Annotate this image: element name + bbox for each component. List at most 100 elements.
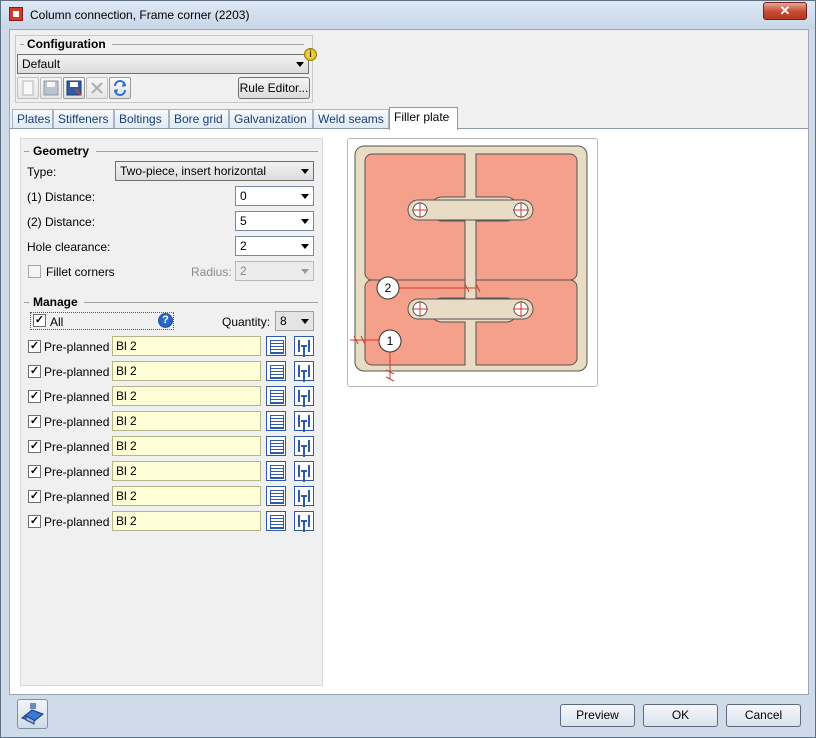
- dimension-icon[interactable]: [294, 436, 314, 456]
- chevron-down-icon: [301, 269, 309, 274]
- dimension-icon[interactable]: [294, 386, 314, 406]
- row-label: Pre-planned: [44, 340, 110, 354]
- ok-button[interactable]: OK: [643, 704, 718, 727]
- dimension-icon[interactable]: [294, 461, 314, 481]
- preview-button[interactable]: Preview: [560, 704, 635, 727]
- cancel-button[interactable]: Cancel: [726, 704, 801, 727]
- hole-clearance-value: 2: [240, 239, 247, 253]
- row-checkbox[interactable]: ✓: [28, 490, 41, 503]
- quantity-value: 8: [280, 314, 287, 328]
- row-checkbox[interactable]: ✓: [28, 365, 41, 378]
- type-select[interactable]: Two-piece, insert horizontal: [115, 161, 314, 181]
- dimension-icon-bar: [301, 345, 307, 347]
- list-icon[interactable]: [266, 486, 286, 506]
- list-icon[interactable]: [266, 336, 286, 356]
- dimension-icon[interactable]: [294, 486, 314, 506]
- help-icon[interactable]: ?: [158, 313, 173, 328]
- row-checkbox[interactable]: ✓: [28, 465, 41, 478]
- row-checkbox[interactable]: ✓: [28, 515, 41, 528]
- filler-plate-diagram: 2 1: [350, 145, 588, 382]
- distance1-value: 0: [240, 189, 247, 203]
- title-bar[interactable]: Column connection, Frame corner (2203) ✕: [1, 1, 815, 29]
- quantity-select[interactable]: 8: [275, 311, 314, 331]
- row-checkbox[interactable]: ✓: [28, 415, 41, 428]
- dimension-icon-bar: [301, 445, 307, 447]
- filler-plate-panel: Geometry Type: Two-piece, insert horizon…: [10, 128, 808, 694]
- all-checkbox[interactable]: ✓: [33, 314, 46, 327]
- tab-filler-plate[interactable]: Filler plate: [389, 107, 458, 130]
- dimension-icon[interactable]: [294, 336, 314, 356]
- close-button[interactable]: ✕: [763, 2, 807, 20]
- row-label: Pre-planned: [44, 365, 110, 379]
- dimension-icon-bar: [301, 370, 307, 372]
- dimension-icon[interactable]: [294, 361, 314, 381]
- list-icon[interactable]: [266, 386, 286, 406]
- new-config-button[interactable]: [17, 77, 39, 99]
- save-config-button[interactable]: [40, 77, 62, 99]
- rule-editor-button[interactable]: Rule Editor...: [238, 77, 310, 99]
- configuration-select[interactable]: Default: [17, 54, 309, 74]
- tab-boltings[interactable]: Boltings: [114, 109, 169, 129]
- row-checkbox[interactable]: ✓: [28, 340, 41, 353]
- distance1-select[interactable]: 0: [235, 186, 314, 206]
- quantity-label: Quantity:: [222, 315, 271, 329]
- row-value-input[interactable]: Bl 2: [112, 436, 261, 456]
- row-label: Pre-planned: [44, 465, 110, 479]
- configuration-title: Configuration: [24, 37, 109, 51]
- row-checkbox[interactable]: ✓: [28, 390, 41, 403]
- dialog-window: Column connection, Frame corner (2203) ✕…: [0, 0, 816, 738]
- fillet-corners-label: Fillet corners: [46, 265, 115, 279]
- list-icon[interactable]: [266, 511, 286, 531]
- distance1-label: (1) Distance:: [27, 190, 96, 204]
- tab-bore-grid[interactable]: Bore grid: [169, 109, 229, 129]
- settings-panel: Geometry Type: Two-piece, insert horizon…: [20, 138, 323, 686]
- chevron-down-icon: [296, 62, 304, 67]
- type-select-value: Two-piece, insert horizontal: [120, 164, 267, 178]
- row-value-input[interactable]: Bl 2: [112, 336, 261, 356]
- save-as-config-button[interactable]: [63, 77, 85, 99]
- distance2-select[interactable]: 5: [235, 211, 314, 231]
- tab-stiffeners[interactable]: Stiffeners: [53, 109, 114, 129]
- info-icon: i: [304, 48, 317, 61]
- chevron-down-icon: [301, 319, 309, 324]
- marker-1: 1: [387, 334, 394, 348]
- row-value-input[interactable]: Bl 2: [112, 386, 261, 406]
- tab-galvanization[interactable]: Galvanization: [229, 109, 313, 129]
- row-value-input[interactable]: Bl 2: [112, 361, 261, 381]
- row-checkbox[interactable]: ✓: [28, 440, 41, 453]
- hole-clearance-select[interactable]: 2: [235, 236, 314, 256]
- hole-clearance-label: Hole clearance:: [27, 240, 111, 254]
- refresh-icon: [114, 80, 126, 96]
- list-icon[interactable]: [266, 361, 286, 381]
- help-book-button[interactable]: [17, 699, 48, 729]
- fillet-corners-checkbox[interactable]: [28, 265, 41, 278]
- group-divider: [96, 151, 318, 152]
- row-value-input[interactable]: Bl 2: [112, 511, 261, 531]
- manage-title: Manage: [30, 295, 81, 309]
- dimension-icon[interactable]: [294, 511, 314, 531]
- delete-config-button[interactable]: [86, 77, 108, 99]
- tab-weld-seams[interactable]: Weld seams: [313, 109, 389, 129]
- chevron-down-icon: [301, 219, 309, 224]
- dimension-icon[interactable]: [294, 411, 314, 431]
- group-divider: [112, 44, 304, 45]
- row-value-input[interactable]: Bl 2: [112, 411, 261, 431]
- distance2-label: (2) Distance:: [27, 215, 96, 229]
- row-value-input[interactable]: Bl 2: [112, 461, 261, 481]
- list-icon[interactable]: [266, 411, 286, 431]
- preview-drawing: 2 1: [347, 138, 598, 387]
- save-as-icon: [66, 80, 82, 96]
- row-value-input[interactable]: Bl 2: [112, 486, 261, 506]
- refresh-config-button[interactable]: [109, 77, 131, 99]
- chevron-down-icon: [301, 194, 309, 199]
- list-icon[interactable]: [266, 436, 286, 456]
- dialog-body: Configuration Default Rule Editor... i P…: [9, 29, 809, 695]
- tab-plates[interactable]: Plates: [12, 109, 53, 129]
- radius-select[interactable]: 2: [235, 261, 314, 281]
- row-label: Pre-planned: [44, 415, 110, 429]
- row-label: Pre-planned: [44, 515, 110, 529]
- marker-2: 2: [385, 281, 392, 295]
- book-icon: [20, 703, 45, 725]
- all-label: All: [50, 315, 64, 329]
- list-icon[interactable]: [266, 461, 286, 481]
